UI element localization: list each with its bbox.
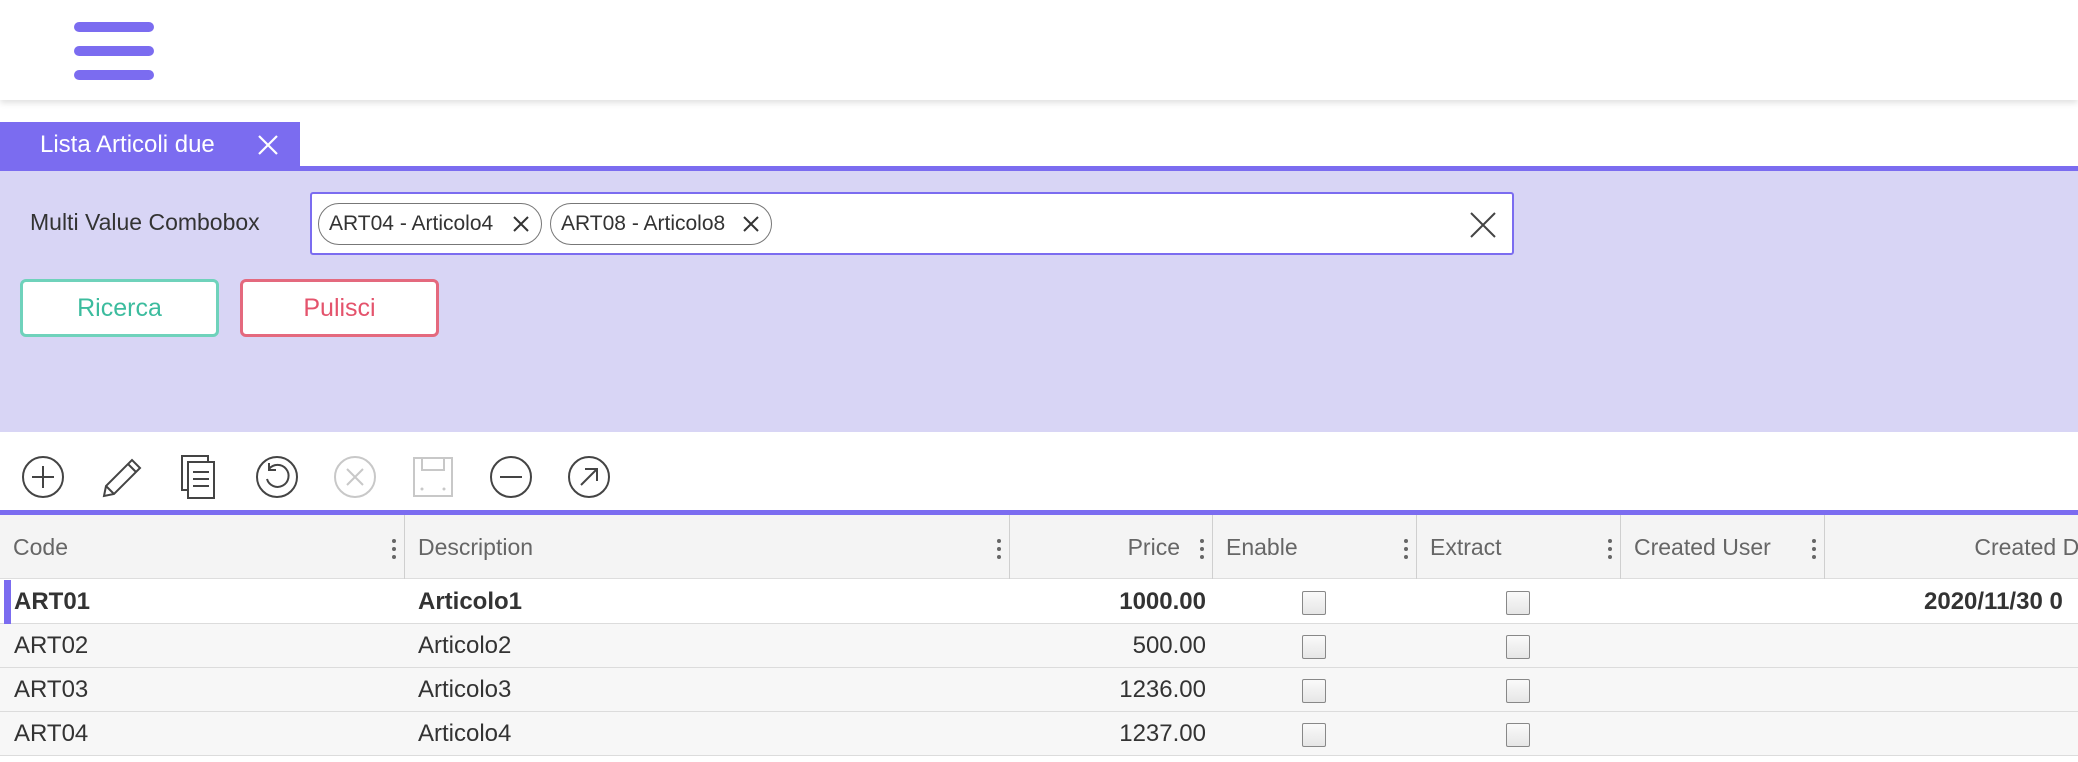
save-icon[interactable] <box>408 452 458 502</box>
column-header-code[interactable]: Code <box>0 515 405 579</box>
remove-icon[interactable] <box>486 452 536 502</box>
chip-label: ART08 - Articolo8 <box>561 212 726 235</box>
cell-created-date: 2020/11/30 0 <box>1924 588 2063 615</box>
combo-label: Multi Value Combobox <box>30 209 260 235</box>
chip-art08[interactable]: ART08 - Articolo8 <box>550 203 772 245</box>
copy-icon[interactable] <box>174 452 224 502</box>
grid-toolbar <box>0 450 2078 506</box>
column-header-price[interactable]: Price <box>1010 515 1213 579</box>
enable-checkbox[interactable] <box>1302 723 1326 747</box>
column-header-description[interactable]: Description <box>405 515 1010 579</box>
table-row[interactable]: ART04 Articolo4 1237.00 <box>0 712 2078 756</box>
cell-price: 1237.00 <box>1119 720 1206 747</box>
chip-remove-icon[interactable] <box>741 214 761 234</box>
cell-code: ART02 <box>14 632 89 659</box>
export-icon[interactable] <box>564 452 614 502</box>
cell-description: Articolo1 <box>418 588 523 615</box>
add-icon[interactable] <box>18 452 68 502</box>
column-menu-icon[interactable] <box>392 539 396 559</box>
extract-checkbox[interactable] <box>1506 723 1530 747</box>
cell-description: Articolo4 <box>418 720 512 747</box>
extract-checkbox[interactable] <box>1506 591 1530 615</box>
tab-label: Lista Articoli due <box>40 131 215 158</box>
edit-icon[interactable] <box>96 452 146 502</box>
table-row[interactable]: ART03 Articolo3 1236.00 <box>0 668 2078 712</box>
cell-description: Articolo3 <box>418 676 512 703</box>
cell-price: 1236.00 <box>1119 676 1206 703</box>
tab-lista-articoli[interactable]: Lista Articoli due <box>0 122 300 167</box>
column-header-extract[interactable]: Extract <box>1417 515 1621 579</box>
cancel-icon[interactable] <box>330 452 380 502</box>
cell-price: 1000.00 <box>1119 588 1206 615</box>
grid-header: Code Description Price Enable Extract Cr… <box>0 515 2078 579</box>
filter-panel: Multi Value Combobox ART04 - Articolo4 A… <box>0 171 2078 432</box>
enable-checkbox[interactable] <box>1302 679 1326 703</box>
cell-code: ART04 <box>14 720 89 747</box>
row-selection-indicator <box>4 580 11 624</box>
hamburger-menu-icon[interactable] <box>74 22 156 80</box>
tab-strip: Lista Articoli due <box>0 122 2078 171</box>
column-menu-icon[interactable] <box>1812 539 1816 559</box>
clear-combo-icon[interactable] <box>1468 210 1498 240</box>
multi-value-combobox[interactable]: ART04 - Articolo4 ART08 - Articolo8 <box>310 192 1514 255</box>
extract-checkbox[interactable] <box>1506 679 1530 703</box>
close-icon[interactable] <box>256 133 280 157</box>
column-header-enable[interactable]: Enable <box>1213 515 1417 579</box>
cell-code: ART03 <box>14 676 89 703</box>
clear-button[interactable]: Pulisci <box>240 279 439 337</box>
chip-label: ART04 - Articolo4 <box>329 212 494 235</box>
refresh-icon[interactable] <box>252 452 302 502</box>
extract-checkbox[interactable] <box>1506 635 1530 659</box>
column-header-created-date[interactable]: Created Da <box>1825 515 2078 579</box>
column-menu-icon[interactable] <box>1200 539 1204 559</box>
chip-remove-icon[interactable] <box>511 214 531 234</box>
top-bar <box>0 0 2078 100</box>
table-row[interactable]: ART01 Articolo1 1000.00 2020/11/30 0 <box>0 580 2078 624</box>
search-button[interactable]: Ricerca <box>20 279 219 337</box>
chip-art04[interactable]: ART04 - Articolo4 <box>318 203 542 245</box>
column-menu-icon[interactable] <box>1608 539 1612 559</box>
column-header-created-user[interactable]: Created User <box>1621 515 1825 579</box>
table-row[interactable]: ART02 Articolo2 500.00 <box>0 624 2078 668</box>
cell-description: Articolo2 <box>418 632 512 659</box>
enable-checkbox[interactable] <box>1302 635 1326 659</box>
cell-price: 500.00 <box>1132 632 1206 659</box>
column-menu-icon[interactable] <box>1404 539 1408 559</box>
column-menu-icon[interactable] <box>997 539 1001 559</box>
enable-checkbox[interactable] <box>1302 591 1326 615</box>
cell-code: ART01 <box>14 588 91 615</box>
